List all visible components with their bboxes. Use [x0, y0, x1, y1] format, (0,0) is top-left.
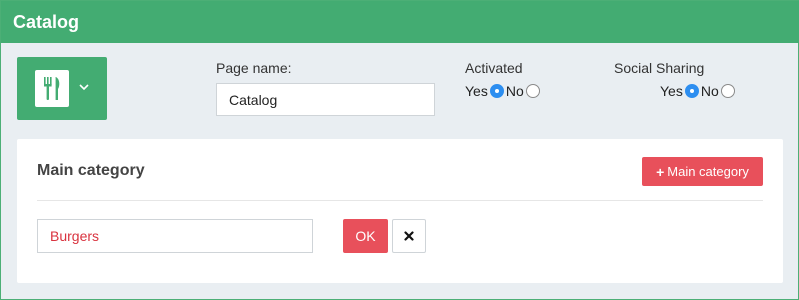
page-name-label: Page name: — [216, 60, 292, 76]
activated-no-radio[interactable] — [525, 84, 540, 98]
social-sharing-label: Social Sharing — [614, 60, 705, 76]
social-sharing-no-radio[interactable] — [720, 84, 735, 98]
ok-button[interactable]: OK — [343, 219, 388, 253]
card-divider — [37, 200, 763, 201]
activated-no-label: No — [505, 83, 524, 99]
category-name-input[interactable] — [37, 219, 313, 253]
utensils-icon — [44, 77, 60, 100]
activated-yes-label: Yes — [465, 83, 488, 99]
icon-picker-button[interactable] — [17, 57, 107, 120]
main-category-heading: Main category — [37, 162, 145, 179]
social-sharing-no-label: No — [700, 83, 719, 99]
add-main-category-button[interactable]: + Main category — [642, 157, 763, 186]
cancel-button[interactable] — [392, 219, 426, 253]
plus-icon: + — [656, 163, 665, 180]
window-title: Catalog — [13, 12, 80, 32]
activated-label: Activated — [465, 60, 523, 76]
activated-radio-group: Yes No — [465, 83, 542, 99]
activated-yes-radio[interactable] — [489, 84, 504, 98]
main-category-card: Main category + Main category OK — [17, 139, 783, 283]
window-titlebar: Catalog — [1, 1, 799, 43]
chevron-down-icon — [79, 84, 89, 91]
icon-preview — [35, 70, 69, 107]
social-sharing-radio-group: Yes No — [660, 83, 737, 99]
social-sharing-yes-radio[interactable] — [684, 84, 699, 98]
add-main-category-label: Main category — [667, 164, 749, 179]
social-sharing-yes-label: Yes — [660, 83, 683, 99]
catalog-window: Catalog Page name: Activated Yes No Soci… — [0, 0, 799, 300]
page-name-input[interactable] — [216, 83, 435, 116]
close-icon — [404, 231, 414, 241]
